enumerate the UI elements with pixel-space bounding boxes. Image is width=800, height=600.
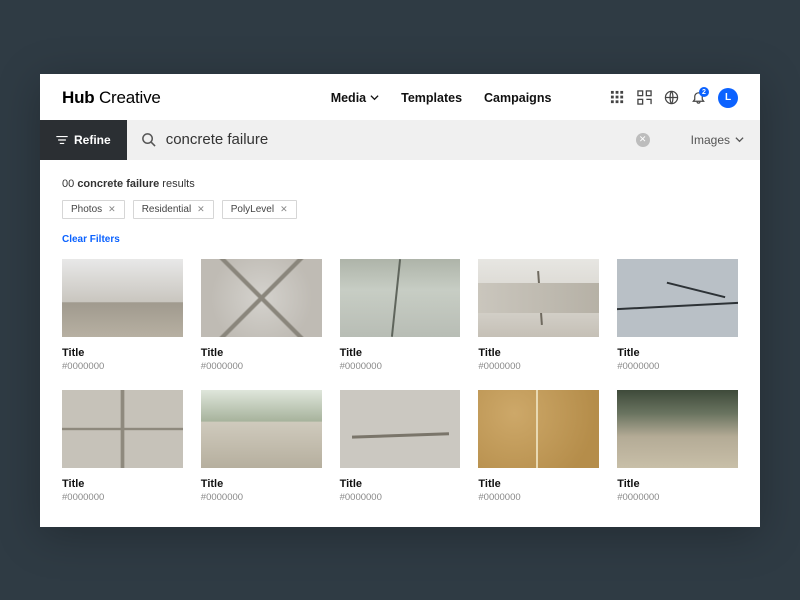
result-card: Title #0000000 (478, 259, 599, 372)
logo-bold: Hub (62, 88, 94, 107)
card-subtitle: #0000000 (617, 492, 738, 503)
chip-polylevel[interactable]: PolyLevel ✕ (222, 200, 297, 219)
chip-photos[interactable]: Photos ✕ (62, 200, 125, 219)
search-type-label: Images (691, 133, 730, 147)
card-subtitle: #0000000 (62, 361, 183, 372)
result-card: Title #0000000 (62, 390, 183, 503)
clear-filters-link[interactable]: Clear Filters (62, 234, 120, 245)
app-window: Hub Creative Media Templates Campaigns (40, 74, 760, 527)
results-grid: Title #0000000 Title #0000000 Title #000… (62, 259, 738, 503)
thumbnail[interactable] (62, 390, 183, 468)
avatar[interactable]: L (718, 88, 738, 108)
thumbnail[interactable] (478, 390, 599, 468)
result-card: Title #0000000 (340, 259, 461, 372)
refine-button[interactable]: Refine (40, 120, 127, 160)
filter-icon (56, 134, 68, 146)
card-title: Title (340, 478, 461, 490)
content: 00 concrete failure results Photos ✕ Resi… (40, 160, 760, 527)
close-icon: ✕ (280, 204, 288, 215)
result-card: Title #0000000 (478, 390, 599, 503)
card-title: Title (62, 478, 183, 490)
thumbnail[interactable] (62, 259, 183, 337)
chip-label: PolyLevel (231, 204, 274, 215)
search-bar: Refine ✕ Images (40, 120, 760, 160)
notifications-badge: 2 (699, 87, 709, 97)
card-subtitle: #0000000 (478, 361, 599, 372)
filter-chips: Photos ✕ Residential ✕ PolyLevel ✕ (62, 200, 738, 219)
clear-search-icon[interactable]: ✕ (636, 133, 650, 147)
notifications-icon[interactable]: 2 (691, 90, 706, 105)
nav-media[interactable]: Media (331, 91, 379, 105)
header-icons: 2 L (610, 88, 738, 108)
results-suffix: results (162, 178, 194, 190)
card-subtitle: #0000000 (201, 361, 322, 372)
thumbnail[interactable] (340, 259, 461, 337)
result-card: Title #0000000 (201, 390, 322, 503)
chip-residential[interactable]: Residential ✕ (133, 200, 214, 219)
logo: Hub Creative (62, 88, 161, 108)
card-title: Title (201, 347, 322, 359)
primary-nav: Media Templates Campaigns (331, 91, 552, 105)
search-icon (141, 132, 156, 147)
nav-templates-label: Templates (401, 91, 462, 105)
result-card: Title #0000000 (617, 259, 738, 372)
close-icon: ✕ (197, 204, 205, 215)
nav-media-label: Media (331, 91, 366, 105)
card-subtitle: #0000000 (201, 492, 322, 503)
thumbnail[interactable] (201, 259, 322, 337)
results-count-number: 00 (62, 178, 74, 190)
search-input-wrap: ✕ (127, 120, 675, 160)
result-card: Title #0000000 (201, 259, 322, 372)
result-card: Title #0000000 (617, 390, 738, 503)
thumbnail[interactable] (201, 390, 322, 468)
card-title: Title (478, 347, 599, 359)
result-card: Title #0000000 (62, 259, 183, 372)
thumbnail[interactable] (340, 390, 461, 468)
search-input[interactable] (166, 131, 626, 148)
chevron-down-icon (735, 135, 744, 144)
refine-label: Refine (74, 133, 111, 147)
thumbnail[interactable] (478, 259, 599, 337)
chip-label: Residential (142, 204, 191, 215)
card-subtitle: #0000000 (617, 361, 738, 372)
card-subtitle: #0000000 (340, 492, 461, 503)
card-title: Title (340, 347, 461, 359)
results-term: concrete failure (77, 178, 159, 190)
globe-icon[interactable] (664, 90, 679, 105)
thumbnail[interactable] (617, 390, 738, 468)
nav-campaigns[interactable]: Campaigns (484, 91, 551, 105)
chevron-down-icon (370, 93, 379, 102)
card-title: Title (62, 347, 183, 359)
card-subtitle: #0000000 (340, 361, 461, 372)
search-type-select[interactable]: Images (675, 120, 760, 160)
card-title: Title (617, 478, 738, 490)
thumbnail[interactable] (617, 259, 738, 337)
card-subtitle: #0000000 (62, 492, 183, 503)
chip-label: Photos (71, 204, 102, 215)
results-count: 00 concrete failure results (62, 178, 738, 190)
header: Hub Creative Media Templates Campaigns (40, 74, 760, 120)
qr-icon[interactable] (637, 90, 652, 105)
apps-icon[interactable] (610, 90, 625, 105)
card-title: Title (201, 478, 322, 490)
close-icon: ✕ (108, 204, 116, 215)
nav-campaigns-label: Campaigns (484, 91, 551, 105)
card-subtitle: #0000000 (478, 492, 599, 503)
nav-templates[interactable]: Templates (401, 91, 462, 105)
logo-light: Creative (99, 88, 161, 107)
card-title: Title (617, 347, 738, 359)
card-title: Title (478, 478, 599, 490)
result-card: Title #0000000 (340, 390, 461, 503)
